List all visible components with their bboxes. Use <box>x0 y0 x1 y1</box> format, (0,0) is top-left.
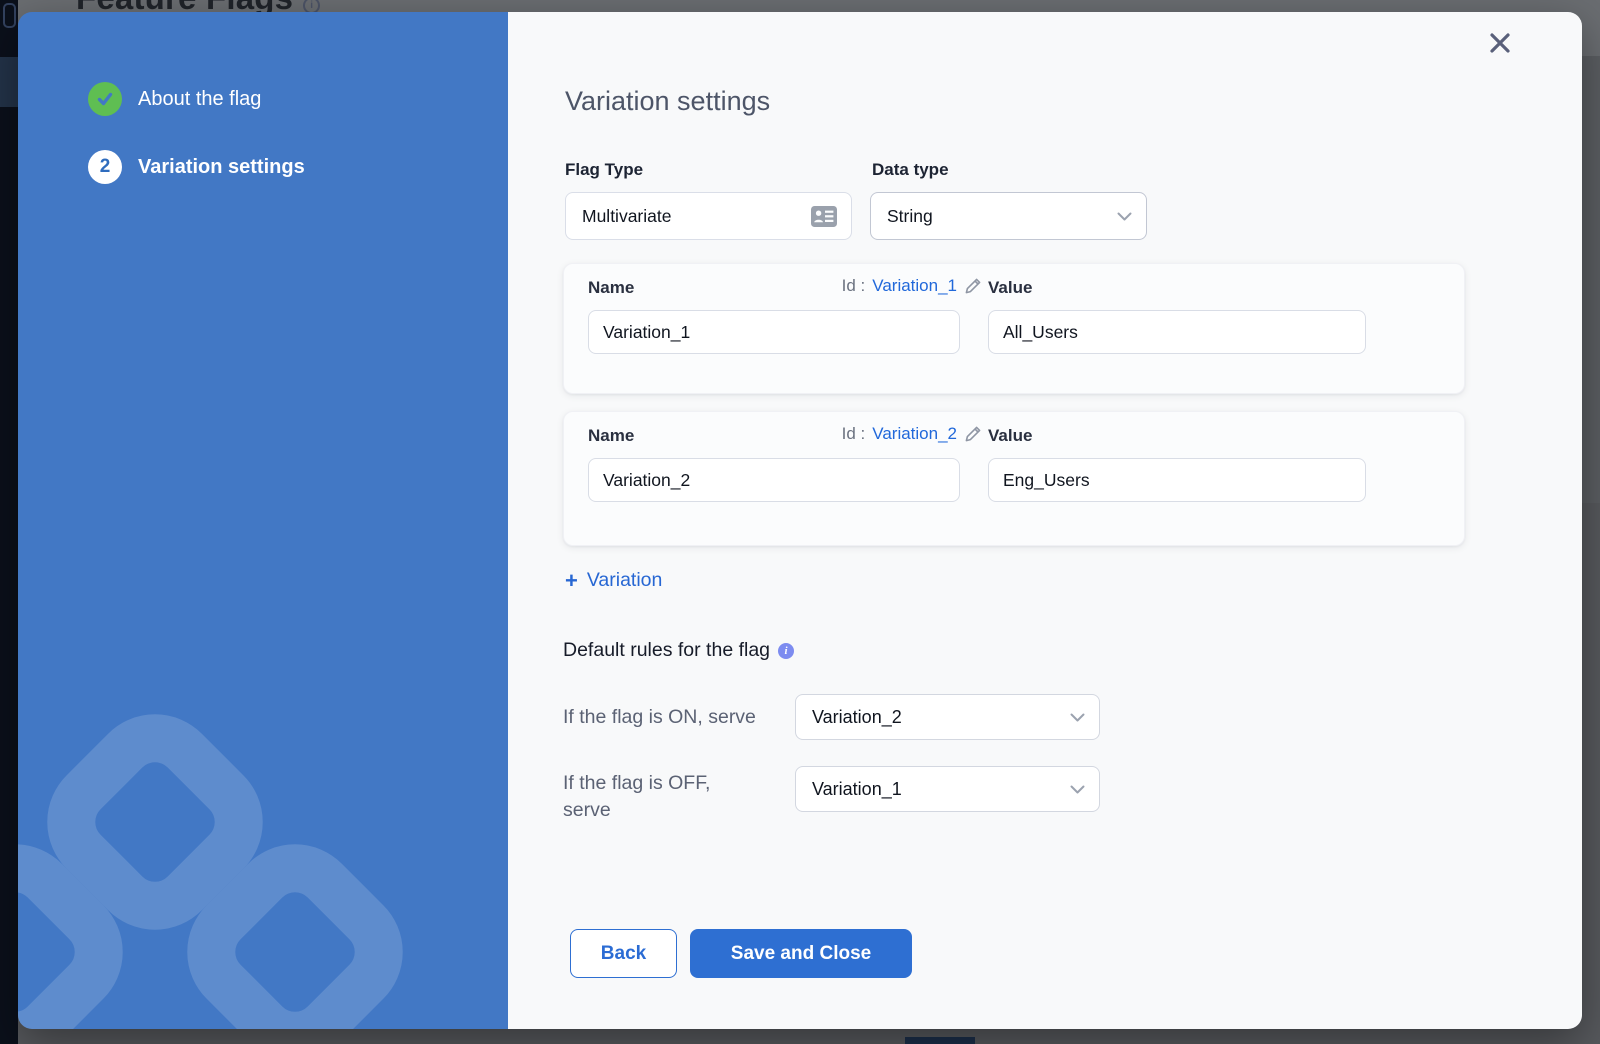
flag-creation-modal: About the flag 2 Variation settings Vari… <box>18 12 1582 1029</box>
variation-id: Id : Variation_1 <box>842 276 982 296</box>
app-logo-partial <box>3 3 16 28</box>
flag-type-field[interactable]: Multivariate <box>565 192 852 240</box>
name-label: Name <box>588 278 634 298</box>
variation-id-link[interactable]: Variation_1 <box>872 276 957 296</box>
step-variation-settings[interactable]: 2 Variation settings <box>88 150 305 184</box>
sidebar-active-item-partial <box>0 57 18 107</box>
variation-value-input[interactable] <box>988 458 1366 502</box>
variation-settings-panel: Variation settings Flag Type Data type M… <box>508 12 1582 1029</box>
background-element <box>905 1037 975 1044</box>
flag-off-serve-select[interactable]: Variation_1 <box>795 766 1100 812</box>
steps-panel: About the flag 2 Variation settings <box>18 12 508 1029</box>
plus-icon: + <box>565 571 578 591</box>
flag-off-label: If the flag is OFF, serve <box>563 770 753 824</box>
flag-on-serve-select[interactable]: Variation_2 <box>795 694 1100 740</box>
add-variation-button[interactable]: + Variation <box>565 569 662 592</box>
name-label: Name <box>588 426 634 446</box>
step-number-badge: 2 <box>88 150 122 184</box>
edit-icon[interactable] <box>964 425 982 443</box>
default-rules-heading: Default rules for the flag i <box>563 639 794 662</box>
background-divider <box>1582 56 1600 503</box>
variation-id: Id : Variation_2 <box>842 424 982 444</box>
close-icon <box>1487 30 1513 56</box>
info-icon[interactable]: i <box>778 643 794 659</box>
data-type-value: String <box>887 206 1109 227</box>
flag-on-label: If the flag is ON, serve <box>563 704 756 731</box>
chevron-down-icon <box>1117 212 1132 221</box>
close-button[interactable] <box>1484 28 1516 60</box>
flag-off-serve-value: Variation_1 <box>812 779 1062 800</box>
panel-title: Variation settings <box>565 86 770 117</box>
back-button[interactable]: Back <box>570 929 677 978</box>
step-label: Variation settings <box>138 156 305 179</box>
step-complete-check-icon <box>88 82 122 116</box>
chevron-down-icon <box>1070 713 1085 722</box>
variation-card: Name Id : Variation_2 Value <box>563 411 1465 546</box>
add-variation-label: Variation <box>587 569 663 592</box>
value-label: Value <box>988 426 1032 446</box>
data-type-select[interactable]: String <box>870 192 1147 240</box>
id-prefix: Id : <box>842 276 866 296</box>
edit-icon[interactable] <box>964 277 982 295</box>
default-rules-title: Default rules for the flag <box>563 639 770 662</box>
flag-on-serve-value: Variation_2 <box>812 707 1062 728</box>
screen: Feature Flags i <box>0 0 1600 1044</box>
value-label: Value <box>988 278 1032 298</box>
save-and-close-button[interactable]: Save and Close <box>690 929 912 978</box>
flag-type-label: Flag Type <box>565 160 643 180</box>
variation-id-link[interactable]: Variation_2 <box>872 424 957 444</box>
variation-value-input[interactable] <box>988 310 1366 354</box>
chevron-down-icon <box>1070 785 1085 794</box>
variation-card: Name Id : Variation_1 Value <box>563 263 1465 394</box>
flag-type-value: Multivariate <box>582 206 803 227</box>
variation-name-input[interactable] <box>588 310 960 354</box>
id-prefix: Id : <box>842 424 866 444</box>
step-label: About the flag <box>138 88 261 111</box>
app-sidebar-edge <box>0 0 18 1044</box>
idcard-icon <box>811 206 837 227</box>
data-type-label: Data type <box>872 160 949 180</box>
variation-name-input[interactable] <box>588 458 960 502</box>
step-about-the-flag[interactable]: About the flag <box>88 82 261 116</box>
